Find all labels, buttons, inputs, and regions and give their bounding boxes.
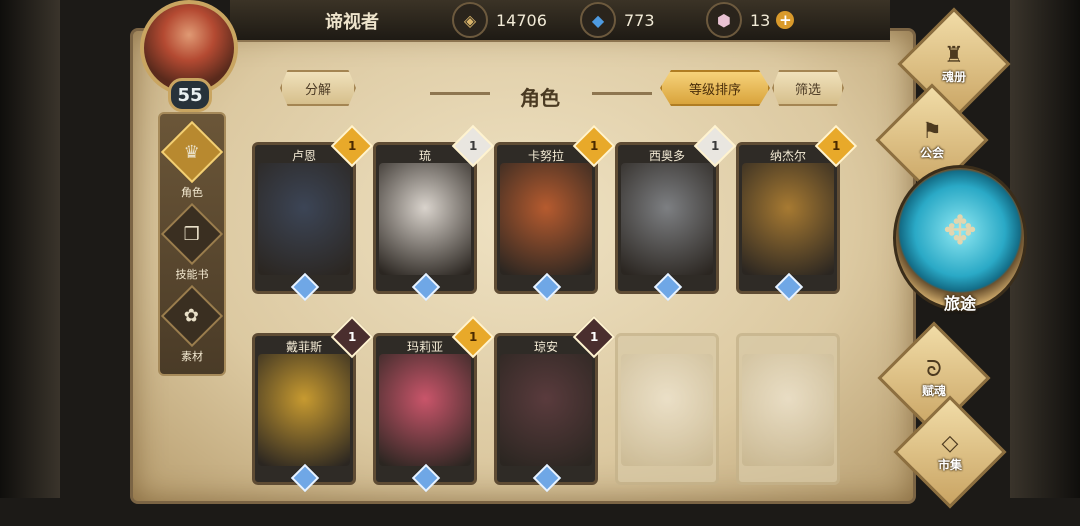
character-crest-icon: ♛ xyxy=(183,141,201,163)
page-title: 角色 xyxy=(520,86,560,110)
character-portrait xyxy=(379,354,471,466)
sort-by-level-button[interactable]: 等级排序 xyxy=(660,70,770,106)
journey-emblem-icon: ✥ xyxy=(943,208,977,254)
character-card[interactable]: 戴菲斯 1 xyxy=(252,315,374,493)
gold-resource[interactable]: ◈ 14706 xyxy=(452,2,547,38)
star-count: 1 xyxy=(710,138,720,153)
star-count: 1 xyxy=(468,138,478,153)
player-name: 谛视者 xyxy=(325,12,379,33)
top-resource-bar: 谛视者 ◈ 14706 ◆ 773 ⬢ 13 + xyxy=(230,0,890,42)
gold-coin-icon: ◈ xyxy=(452,2,488,38)
soul-book-icon: ♜ xyxy=(944,43,964,68)
add-gem-button[interactable]: + xyxy=(776,11,795,29)
decompose-button[interactable]: 分解 xyxy=(280,70,356,106)
character-portrait xyxy=(258,354,350,466)
blue-crystal-icon: ◆ xyxy=(580,2,616,38)
nav-label: 角色 xyxy=(181,186,203,199)
guild-icon: ⚑ xyxy=(922,119,942,144)
nav-label: 素材 xyxy=(181,350,203,363)
star-count: 1 xyxy=(589,329,599,344)
soul-book-label: 魂册 xyxy=(941,70,966,84)
title-ornament-right xyxy=(592,92,652,95)
character-portrait xyxy=(258,163,350,275)
filter-button[interactable]: 筛选 xyxy=(772,70,844,106)
guild-label: 公会 xyxy=(919,146,944,160)
locked-character-card[interactable] xyxy=(615,333,719,485)
materials-icon: ✿ xyxy=(184,305,200,327)
character-card[interactable]: 卡努拉 1 xyxy=(494,124,616,302)
nav-item-characters[interactable]: ♛ 角色 xyxy=(160,120,224,200)
player-avatar[interactable]: 55 xyxy=(130,0,240,112)
journey-button[interactable]: ✥ 旅途 xyxy=(893,165,1027,313)
character-card[interactable]: 玛莉亚 1 xyxy=(373,315,495,493)
character-portrait xyxy=(742,354,834,466)
market-icon: ◇ xyxy=(941,431,959,456)
character-card[interactable]: 纳杰尔 1 xyxy=(736,124,858,302)
player-level-badge: 55 xyxy=(168,78,212,112)
character-card[interactable]: 西奥多 1 xyxy=(615,124,737,302)
gem-value: 13 xyxy=(750,10,771,30)
character-card[interactable]: 琼安 1 xyxy=(494,315,616,493)
journey-label: 旅途 xyxy=(943,294,976,313)
crystal-resource[interactable]: ◆ 773 xyxy=(580,2,655,38)
character-portrait xyxy=(621,354,713,466)
character-card[interactable]: 卢恩 1 xyxy=(252,124,374,302)
locked-character-card[interactable] xyxy=(736,333,840,485)
talent-soul-icon: ᘐ xyxy=(926,357,942,382)
character-portrait xyxy=(500,354,592,466)
star-count: 1 xyxy=(347,138,357,153)
crystal-value: 773 xyxy=(624,10,655,30)
star-count: 1 xyxy=(468,329,478,344)
character-portrait xyxy=(621,163,713,275)
nav-item-materials[interactable]: ✿ 素材 xyxy=(160,284,224,364)
left-border-frame xyxy=(0,0,60,498)
character-portrait xyxy=(379,163,471,275)
character-portrait xyxy=(500,163,592,275)
star-count: 1 xyxy=(831,138,841,153)
star-count: 1 xyxy=(589,138,599,153)
nav-label: 技能书 xyxy=(175,268,209,281)
skill-book-icon: ❒ xyxy=(183,223,201,245)
gem-resource[interactable]: ⬢ 13 + xyxy=(706,2,795,38)
pink-gem-icon: ⬢ xyxy=(706,2,742,38)
left-category-nav: ♛ 角色 ❒ 技能书 ✿ 素材 xyxy=(158,112,226,376)
star-count: 1 xyxy=(347,329,357,344)
character-portrait xyxy=(742,163,834,275)
gold-value: 14706 xyxy=(496,10,547,30)
talent-soul-label: 赋魂 xyxy=(921,384,946,398)
nav-item-skill-books[interactable]: ❒ 技能书 xyxy=(160,202,224,282)
character-card[interactable]: 琉1 xyxy=(373,124,495,302)
market-label: 市集 xyxy=(937,458,962,472)
